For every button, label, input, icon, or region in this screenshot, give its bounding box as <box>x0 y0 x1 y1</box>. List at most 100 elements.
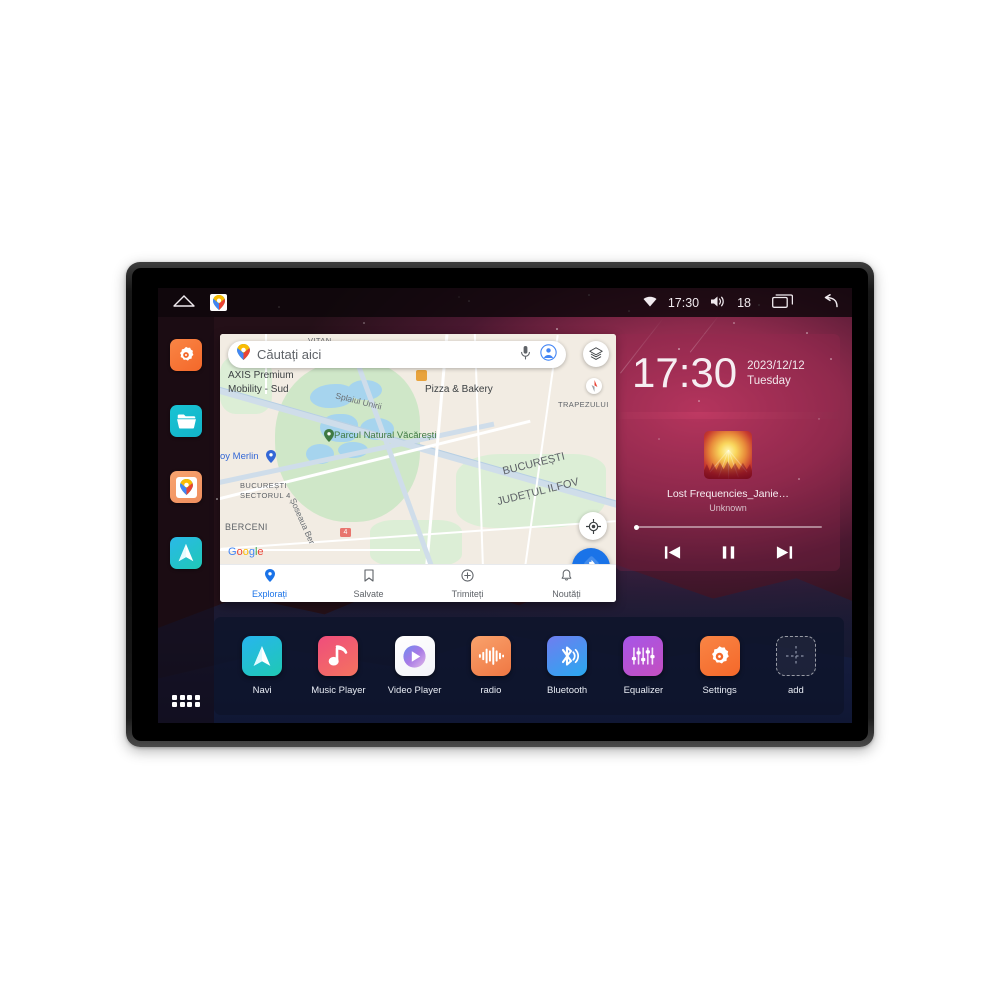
home-icon[interactable] <box>172 294 196 312</box>
recents-icon[interactable] <box>772 294 793 311</box>
music-controls <box>663 543 794 567</box>
map-label: BUCUREȘTI <box>240 481 287 490</box>
gear-icon <box>700 636 740 676</box>
dock-app-label: Bluetooth <box>547 685 587 696</box>
sidebar-item-navi[interactable] <box>170 537 202 569</box>
volume-level: 18 <box>737 296 751 310</box>
dock-app-equalizer[interactable]: Equalizer <box>610 636 676 696</box>
waveform-icon <box>471 636 511 676</box>
maps-nav-updates[interactable]: Noutăți <box>517 569 616 599</box>
track-title: Lost Frequencies_Janie… <box>667 488 789 500</box>
my-location-button[interactable] <box>579 512 607 540</box>
google-attribution: Google <box>228 546 264 558</box>
map-canvas[interactable]: Căutați aici AXIS Premium Mobility - Sud… <box>220 334 616 602</box>
bluetooth-icon <box>547 636 587 676</box>
maps-nav-saved[interactable]: Salvate <box>319 569 418 599</box>
dock-app-label: radio <box>480 685 501 696</box>
map-label: BERCENI <box>225 522 268 532</box>
map-search-bar[interactable]: Căutați aici <box>228 341 566 368</box>
dock-app-label: Navi <box>253 685 272 696</box>
dock-app-label: Settings <box>702 685 736 696</box>
progress-knob[interactable] <box>634 525 639 530</box>
skip-next-icon[interactable] <box>775 543 794 567</box>
gear-icon <box>176 345 196 365</box>
maps-nav-label: Salvate <box>353 589 383 599</box>
navigation-arrow-icon <box>242 636 282 676</box>
google-maps-icon <box>180 479 193 495</box>
back-icon[interactable] <box>816 294 838 311</box>
microphone-icon[interactable] <box>520 345 531 365</box>
maps-nav-label: Trimiteți <box>452 589 484 599</box>
clock-time: 17:30 <box>632 352 737 394</box>
app-grid-icon <box>172 695 177 700</box>
dock-app-video-player[interactable]: Video Player <box>382 636 448 696</box>
head-unit-device-frame: 17:30 18 Căutați aici AXIS Premium Mobil… <box>126 262 874 747</box>
volume-icon[interactable] <box>710 295 726 311</box>
dock-app-music-player[interactable]: Music Player <box>305 636 371 696</box>
app-grid-icon <box>187 702 192 707</box>
maps-nav-contribute[interactable]: Trimiteți <box>418 569 517 599</box>
app-drawer-button[interactable] <box>172 695 200 708</box>
music-note-icon <box>318 636 358 676</box>
skip-previous-icon[interactable] <box>663 543 682 567</box>
dock-app-navi[interactable]: Navi <box>229 636 295 696</box>
map-label: oy Merlin <box>220 451 259 462</box>
bookmark-icon <box>364 569 374 587</box>
play-circle-icon <box>395 636 435 676</box>
sidebar-item-settings[interactable] <box>170 339 202 371</box>
layers-icon <box>589 347 603 361</box>
dock-app-label: Music Player <box>311 685 365 696</box>
map-label: Mobility - Sud <box>228 384 289 395</box>
screen: 17:30 18 Căutați aici AXIS Premium Mobil… <box>158 288 852 723</box>
app-grid-icon <box>195 702 200 707</box>
map-label: Pizza & Bakery <box>425 384 493 395</box>
dock-app-label: Equalizer <box>624 685 664 696</box>
google-maps-card[interactable]: Căutați aici AXIS Premium Mobility - Sud… <box>220 334 616 602</box>
dock-app-label: Video Player <box>388 685 442 696</box>
bell-icon <box>561 569 572 587</box>
pause-icon[interactable] <box>720 543 737 567</box>
map-label: SECTORUL 4 <box>240 491 291 500</box>
navigation-arrow-icon <box>176 542 196 564</box>
account-circle-icon[interactable] <box>540 344 557 366</box>
app-grid-icon <box>180 695 185 700</box>
dock-app-radio[interactable]: radio <box>458 636 524 696</box>
sidebar-item-files[interactable] <box>170 405 202 437</box>
device-bezel: 17:30 18 Căutați aici AXIS Premium Mobil… <box>132 268 868 741</box>
wifi-icon <box>643 296 657 310</box>
contribute-plus-icon <box>461 569 474 587</box>
playback-progress-bar[interactable] <box>634 526 822 528</box>
clock-weekday: Tuesday <box>747 375 805 387</box>
map-label: Parcul Natural Văcărești <box>334 430 436 441</box>
maps-nav-explore[interactable]: Explorați <box>220 569 319 599</box>
clock-widget[interactable]: 17:30 2023/12/12 Tuesday <box>616 334 840 412</box>
music-widget[interactable]: Lost Frequencies_Janie… Unknown <box>616 419 840 571</box>
road-shield: 4 <box>340 528 351 537</box>
app-grid-icon <box>187 695 192 700</box>
app-dock: Navi Music Player Video Player radio Blu… <box>214 617 844 715</box>
google-maps-pin-icon <box>237 344 250 365</box>
track-artist: Unknown <box>709 503 747 513</box>
map-label: AXIS Premium <box>228 370 294 381</box>
map-compass[interactable] <box>586 378 602 394</box>
status-time: 17:30 <box>668 296 699 310</box>
dock-app-bluetooth[interactable]: Bluetooth <box>534 636 600 696</box>
app-grid-icon <box>195 695 200 700</box>
google-maps-icon[interactable] <box>210 294 227 311</box>
map-label: TRAPEZULUI <box>558 400 609 409</box>
left-sidebar <box>158 317 214 723</box>
maps-bottom-nav: Explorați Salvate Trimiteți Noutăți <box>220 564 616 602</box>
map-layers-button[interactable] <box>583 341 609 367</box>
dock-app-settings[interactable]: Settings <box>687 636 753 696</box>
dock-app-label: add <box>788 685 804 696</box>
clock-date: 2023/12/12 <box>747 360 805 372</box>
compass-icon <box>590 380 599 392</box>
dock-app-add[interactable]: add <box>763 636 829 696</box>
sidebar-item-maps[interactable] <box>170 471 202 503</box>
equalizer-sliders-icon <box>623 636 663 676</box>
map-search-placeholder: Căutați aici <box>257 347 520 362</box>
place-pin-icon <box>266 450 276 468</box>
place-pin-icon <box>324 429 334 447</box>
explore-pin-icon <box>265 569 275 587</box>
maps-nav-label: Noutăți <box>552 589 581 599</box>
